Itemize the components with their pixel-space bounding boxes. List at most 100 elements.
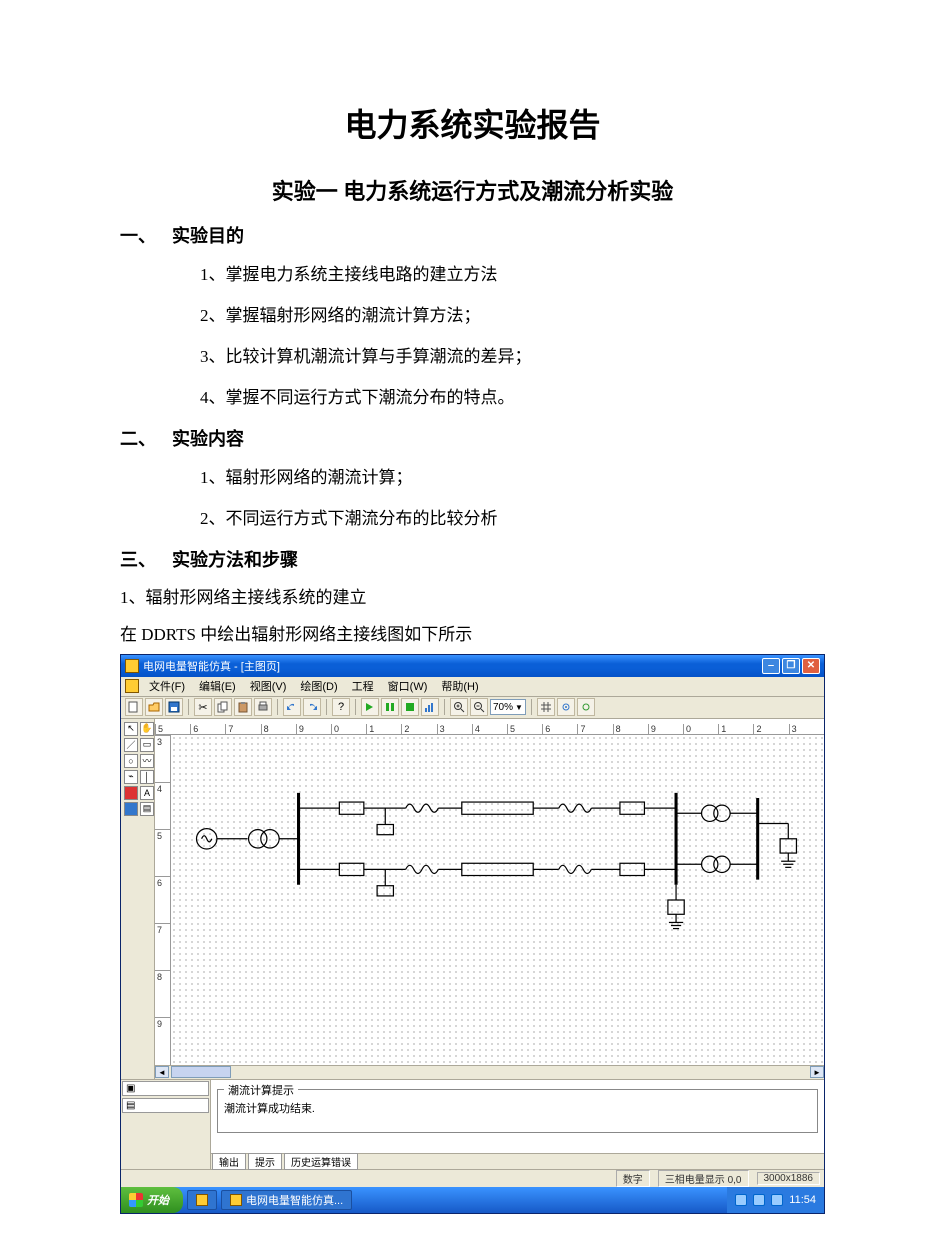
tool-polyline-icon[interactable]: 〰 [140,754,154,768]
output-pane: ▣ ▤ 潮流计算提示 潮流计算成功结束. 输出 提示 历史运算错误 [121,1079,824,1169]
window-title: 电网电量智能仿真 - [主图页] [143,658,762,674]
output-tab-3[interactable]: 历史运算错误 [284,1153,358,1170]
ruler-horizontal: 5678901234567890123 [155,719,824,735]
status-num-label: 数字 [616,1170,650,1187]
section-2-label: 实验内容 [172,429,244,449]
scroll-right-icon[interactable]: ► [810,1066,824,1078]
menu-draw[interactable]: 绘图(D) [294,677,343,695]
menu-project[interactable]: 工程 [346,677,380,695]
bp-side-tab-2[interactable]: ▤ [122,1098,209,1113]
section-3-num: 三、 [120,546,172,572]
scroll-thumb[interactable] [171,1066,231,1078]
tool-color-red-icon[interactable] [124,786,138,800]
windows-logo-icon [129,1193,143,1207]
doc-mdi-icon [125,679,139,693]
tray-icon-1[interactable] [735,1194,747,1206]
tb-new-icon[interactable] [125,698,143,716]
s1-item-1: 1、掌握电力系统主接线电路的建立方法 [200,258,825,292]
scroll-left-icon[interactable]: ◄ [155,1066,169,1078]
tool-circle-icon[interactable]: ○ [124,754,138,768]
statusbar: 数字 三相电量显示 0,0 3000x1886 [121,1169,824,1187]
chevron-down-icon: ▼ [515,703,523,712]
menu-view[interactable]: 视图(V) [244,677,293,695]
tb-print-icon[interactable] [254,698,272,716]
tb-help-icon[interactable]: ? [332,698,350,716]
output-groupbox: 潮流计算提示 潮流计算成功结束. [217,1082,818,1133]
section-2-heading: 二、实验内容 [120,425,825,451]
tool-bus-icon[interactable]: │ [140,770,154,784]
tb-undo-icon[interactable] [283,698,301,716]
doc-subtitle: 实验一 电力系统运行方式及潮流分析实验 [120,174,825,206]
tool-color-blue-icon[interactable] [124,802,138,816]
zoom-combobox[interactable]: 70%▼ [490,699,526,715]
tb-zoomin-icon[interactable] [450,698,468,716]
window-close-button[interactable]: ✕ [802,658,820,674]
menu-window[interactable]: 窗口(W) [382,677,434,695]
tray-icon-3[interactable] [771,1194,783,1206]
tool-text-icon[interactable]: A [140,786,154,800]
s3-caption: 在 DDRTS 中绘出辐射形网络主接线图如下所示 [120,619,825,651]
tb-redo-icon[interactable] [303,698,321,716]
start-button[interactable]: 开始 [121,1187,183,1213]
taskbar-app-label: 电网电量智能仿真... [246,1192,343,1208]
s1-item-2: 2、掌握辐射形网络的潮流计算方法； [200,299,825,333]
section-1-heading: 一、实验目的 [120,222,825,248]
section-2-num: 二、 [120,425,172,451]
horizontal-scrollbar[interactable]: ◄ ► [155,1065,824,1079]
output-tab-2[interactable]: 提示 [248,1153,282,1170]
drawing-canvas[interactable] [171,735,824,1065]
tool-line-icon[interactable]: ／ [124,738,138,752]
tray-clock: 11:54 [789,1194,816,1206]
window-titlebar: 电网电量智能仿真 - [主图页] ‒ ❐ ✕ [121,655,824,677]
tool-palette: ↖ ✋ ／ ▭ ○ 〰 ⌁ │ A ▤ [121,719,155,1079]
s3-step-1: 1、辐射形网络主接线系统的建立 [120,582,825,614]
s1-item-3: 3、比较计算机潮流计算与手算潮流的差异； [200,340,825,374]
section-1-label: 实验目的 [172,226,244,246]
window-maximize-button[interactable]: ❐ [782,658,800,674]
tb-copy-icon[interactable] [214,698,232,716]
zoom-value: 70% [493,702,513,713]
quicklaunch-icon [196,1194,208,1206]
output-message: 潮流计算成功结束. [224,1100,811,1116]
status-phase-label: 三相电量显示 [665,1175,725,1186]
s2-item-1: 1、辐射形网络的潮流计算； [200,461,825,495]
quicklaunch-item[interactable] [187,1190,217,1210]
status-phase-val: 0,0 [728,1175,742,1186]
tb-chart-icon[interactable] [421,698,439,716]
tb-run-icon[interactable] [361,698,379,716]
tb-gear-icon[interactable] [557,698,575,716]
windows-taskbar: 开始 电网电量智能仿真... 11:54 [121,1187,824,1213]
start-label: 开始 [147,1192,169,1208]
output-tab-1[interactable]: 输出 [212,1153,246,1170]
tb-stop-icon[interactable] [401,698,419,716]
menu-help[interactable]: 帮助(H) [435,677,484,695]
tb-grid-icon[interactable] [537,698,555,716]
output-group-title: 潮流计算提示 [224,1082,298,1098]
section-3-heading: 三、实验方法和步骤 [120,546,825,572]
tb-settings2-icon[interactable] [577,698,595,716]
output-tabs: 输出 提示 历史运算错误 [211,1153,824,1169]
taskbar-app-button[interactable]: 电网电量智能仿真... [221,1190,352,1210]
tool-pointer-icon[interactable]: ↖ [124,722,138,736]
tb-zoomout-icon[interactable] [470,698,488,716]
menu-edit[interactable]: 编辑(E) [193,677,242,695]
ruler-vertical: 3456789 [155,735,171,1065]
power-diagram [171,735,824,1065]
s1-item-4: 4、掌握不同运行方式下潮流分布的特点。 [200,381,825,415]
tb-paste-icon[interactable] [234,698,252,716]
tb-open-icon[interactable] [145,698,163,716]
tb-pause-icon[interactable] [381,698,399,716]
tb-cut-icon[interactable]: ✂ [194,698,212,716]
menu-file[interactable]: 文件(F) [143,677,191,695]
tool-rect-icon[interactable]: ▭ [140,738,154,752]
tool-hand-icon[interactable]: ✋ [140,722,154,736]
window-minimize-button[interactable]: ‒ [762,658,780,674]
tool-paint-icon[interactable]: ▤ [140,802,154,816]
tb-save-icon[interactable] [165,698,183,716]
section-1-num: 一、 [120,222,172,248]
menubar: 文件(F) 编辑(E) 视图(V) 绘图(D) 工程 窗口(W) 帮助(H) [121,677,824,697]
bp-side-tab-1[interactable]: ▣ [122,1081,209,1096]
tray-icon-2[interactable] [753,1194,765,1206]
section-3-label: 实验方法和步骤 [172,550,298,570]
tool-symbol-icon[interactable]: ⌁ [124,770,138,784]
